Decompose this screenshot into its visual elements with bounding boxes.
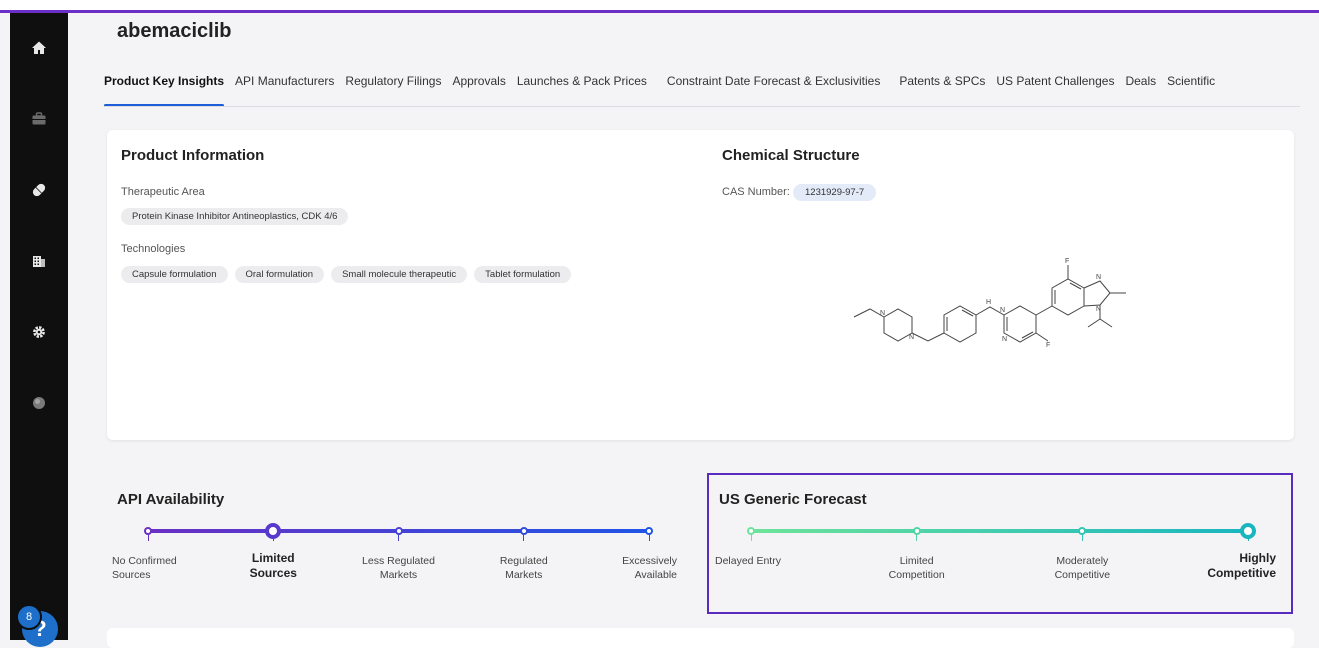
tab-api-manufacturers[interactable]: API Manufacturers: [235, 74, 340, 88]
globe-icon[interactable]: [29, 393, 49, 413]
tab-regulatory-filings[interactable]: Regulatory Filings: [345, 74, 447, 88]
tab-launches-pack-prices[interactable]: Launches & Pack Prices: [517, 74, 653, 88]
tab-approvals[interactable]: Approvals: [452, 74, 511, 88]
cas-number-badge: 1231929-97-7: [793, 184, 877, 201]
chemical-structure-heading: Chemical Structure: [722, 147, 860, 164]
scale-step-line2: Competition: [888, 569, 945, 581]
scale-step-label: Limited Competition: [862, 554, 972, 582]
atom-n: N: [1002, 336, 1007, 343]
scale-track: [751, 529, 1248, 533]
therapeutic-area-chips: Protein Kinase Inhibitor Antineoplastics…: [121, 208, 349, 225]
scale-node-selected: [265, 523, 282, 539]
scale-step-label: Delayed Entry: [715, 554, 825, 568]
cas-number-label: CAS Number:: [722, 186, 790, 198]
product-info-heading: Product Information: [121, 147, 265, 164]
highlight-border: [0, 10, 1319, 13]
tab-constraint-date-forecast[interactable]: Constraint Date Forecast & Exclusivities: [667, 74, 886, 88]
technology-chip: Tablet formulation: [474, 266, 572, 283]
chemical-structure-image: N N H N N F F N N: [853, 258, 1126, 349]
tab-product-key-insights[interactable]: Product Key Insights: [104, 74, 230, 107]
tab-bar: Product Key Insights API Manufacturers R…: [104, 74, 1226, 107]
scale-step-line2: Sources: [112, 569, 151, 581]
scale-step-line2: Competitive: [1054, 569, 1111, 581]
scale-step-label: Regulated Markets: [474, 554, 574, 582]
atom-n: N: [880, 310, 885, 317]
page-title: abemaciclib: [117, 20, 232, 42]
atom-f: F: [1046, 342, 1050, 349]
scale-step-line1: Limited: [899, 555, 934, 567]
scale-node-selected: [1240, 523, 1256, 539]
technology-chip: Oral formulation: [234, 266, 325, 283]
therapeutic-area-chip: Protein Kinase Inhibitor Antineoplastics…: [121, 208, 349, 225]
scale-step-label: Limited Sources: [223, 551, 323, 581]
scale-node: [394, 527, 403, 535]
scale-step-line1: Highly: [1239, 551, 1276, 565]
atom-n: N: [909, 334, 914, 341]
scale-step-line1: No Confirmed: [112, 555, 177, 567]
technology-chip: Small molecule therapeutic: [331, 266, 468, 283]
scale-step-line2: Competitive: [1207, 566, 1276, 580]
scale-node: [519, 527, 528, 535]
scale-step-line2: Available: [634, 569, 677, 581]
therapeutic-area-label: Therapeutic Area: [121, 186, 205, 198]
atom-n: N: [1096, 306, 1101, 313]
scale-step-label: No Confirmed Sources: [112, 554, 212, 582]
atom-n: N: [1096, 274, 1101, 281]
scale-step-label: Less Regulated Markets: [349, 554, 449, 582]
sidebar: ? 8: [10, 13, 68, 647]
tab-scientific[interactable]: Scientific: [1167, 74, 1221, 88]
scale-node: [144, 527, 152, 535]
tabs-divider: [104, 106, 1300, 107]
us-generic-forecast-heading: US Generic Forecast: [719, 491, 867, 508]
atom-f: F: [1065, 258, 1069, 265]
api-availability-heading: API Availability: [117, 491, 225, 508]
notification-badge: 8: [16, 604, 42, 630]
scale-step-line1: Regulated: [499, 555, 548, 567]
tab-deals[interactable]: Deals: [1125, 74, 1162, 88]
window-top-edge: [0, 0, 1319, 10]
technologies-label: Technologies: [121, 243, 186, 255]
badge-count: 8: [25, 611, 33, 623]
scale-step-line1: Less Regulated: [362, 555, 435, 567]
building-icon[interactable]: [29, 251, 49, 271]
scale-step-line2: Sources: [249, 566, 297, 580]
pill-icon[interactable]: [29, 180, 49, 200]
gear-icon[interactable]: [29, 322, 49, 342]
tab-us-patent-challenges[interactable]: US Patent Challenges: [996, 74, 1120, 88]
next-card: [107, 628, 1294, 648]
technology-chip: Capsule formulation: [121, 266, 228, 283]
scale-step-line1: Moderately: [1056, 555, 1109, 567]
scale-step-line2: Markets: [379, 569, 418, 581]
scale-step-line1: Excessively: [622, 555, 677, 567]
scale-step-line1: Limited: [251, 551, 295, 565]
technologies-chips: Capsule formulation Oral formulation Sma…: [121, 266, 572, 283]
scale-node: [747, 527, 755, 535]
scale-step-line1: Delayed Entry: [715, 555, 781, 567]
scale-step-label: Moderately Competitive: [1027, 554, 1137, 582]
scale-step-label: Highly Competitive: [1166, 551, 1276, 581]
home-icon[interactable]: [29, 38, 49, 58]
scale-step-line2: Markets: [505, 569, 543, 581]
atom-n: N: [1000, 307, 1005, 314]
scale-step-label: Excessively Available: [577, 554, 677, 582]
scale-node: [645, 527, 653, 535]
briefcase-icon[interactable]: [29, 109, 49, 129]
atom-n: H: [986, 299, 991, 306]
scale-node: [912, 527, 921, 535]
tab-patents-spcs[interactable]: Patents & SPCs: [899, 74, 991, 88]
